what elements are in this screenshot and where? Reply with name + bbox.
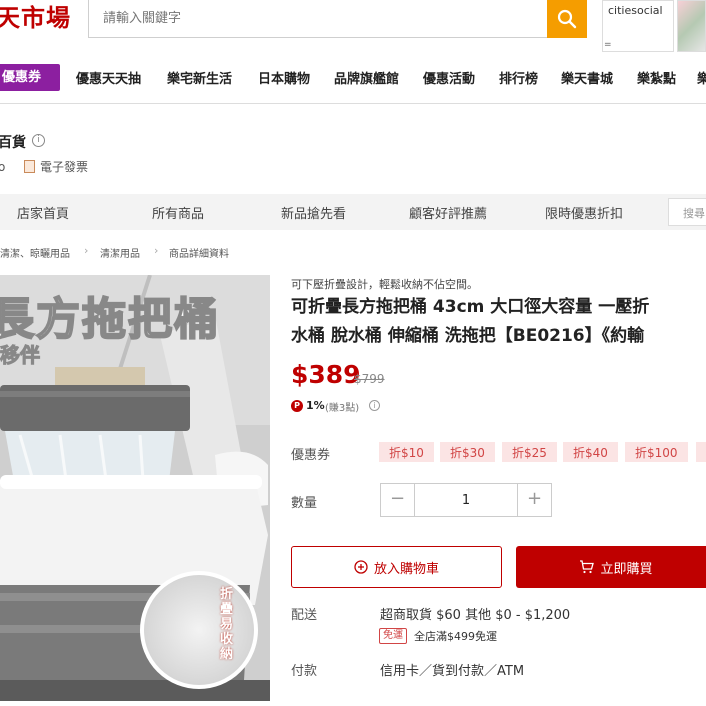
buy-now-button[interactable]: 立即購買 (516, 546, 706, 588)
payment-label: 付款 (291, 664, 318, 679)
coupon-nav-button[interactable]: 優惠券 (0, 64, 60, 91)
coupon-label: 優惠券 (291, 448, 331, 463)
invoice-label: 電子發票 (40, 160, 89, 174)
chevron-right-icon: › (84, 244, 89, 257)
product-title-line-2: 水桶 脫水桶 伸縮桶 洗拖把【BE0216】《約輸 (291, 326, 645, 346)
sale-price: $389 (291, 360, 361, 389)
nav-item-promotions[interactable]: 優惠活動 (423, 68, 475, 87)
sponsor-image[interactable] (677, 0, 706, 52)
points-icon: P (291, 400, 303, 412)
breadcrumb-cleaning[interactable]: 清潔用品 (100, 245, 140, 260)
promo-text: 可下壓折疊設計，輕鬆收納不佔空間。 (291, 278, 478, 291)
add-to-cart-button[interactable]: 放入購物車 (291, 546, 502, 588)
coupon-chip[interactable]: 折$30 (440, 442, 495, 462)
plus-circle-icon (354, 560, 368, 574)
payment-methods: 信用卡／貨到付款／ATM (380, 664, 525, 679)
buy-now-label: 立即購買 (600, 561, 653, 577)
points-percent: 1% (306, 399, 325, 412)
info-icon[interactable]: i (369, 400, 380, 411)
nav-divider (0, 103, 706, 104)
nav-item-brands[interactable]: 品牌旗艦館 (334, 68, 399, 87)
coupon-chip[interactable]: 折 (696, 442, 706, 462)
nav-item-ranking[interactable]: 排行榜 (499, 68, 538, 87)
site-logo[interactable]: 天市場 (0, 0, 71, 38)
points-earned: (賺3點) (325, 403, 360, 414)
nav-item-daily-draw[interactable]: 優惠天天抽 (76, 68, 141, 87)
coupon-nav-label: 優惠券 (2, 70, 42, 85)
coupon-chip[interactable]: 折$25 (502, 442, 557, 462)
tab-all-products[interactable]: 所有商品 (152, 203, 204, 222)
nav-item-points[interactable]: 樂紮點 (637, 68, 676, 87)
coupon-chip[interactable]: 折$40 (563, 442, 618, 462)
coupon-chip[interactable]: 折$100 (625, 442, 688, 462)
cart-icon (580, 560, 595, 574)
sponsor-label: citiesocial (608, 4, 663, 17)
chevron-right-icon: › (154, 244, 159, 257)
search-field[interactable] (88, 0, 548, 38)
breadcrumb-cleaning-laundry[interactable]: 清潔、晾曬用品 (0, 245, 70, 260)
shipping-label: 配送 (291, 608, 318, 623)
breadcrumb-product-detail: 商品詳細資料 (169, 249, 229, 260)
search-input[interactable] (89, 0, 547, 37)
free-shipping-text: 全店滿$499免運 (414, 630, 497, 643)
search-button[interactable] (547, 0, 587, 38)
tab-shop-home[interactable]: 店家首頁 (17, 203, 69, 222)
image-fold-label: 折疊易收納 (220, 587, 234, 662)
nav-item-books[interactable]: 樂天書城 (561, 68, 613, 87)
tab-top-rated[interactable]: 顧客好評推薦 (409, 203, 487, 222)
product-title-line-1: 可折疊長方拖把桶 43cm 大口徑大容量 一壓折 (291, 297, 650, 317)
invoice-icon (24, 160, 35, 173)
search-icon (557, 9, 577, 29)
image-title-overlay: 長方拖把桶 (0, 293, 220, 346)
add-to-cart-label: 放入購物車 (373, 561, 439, 577)
original-price: $799 (354, 372, 385, 386)
tab-limited-deals[interactable]: 限時優惠折扣 (545, 203, 623, 222)
nav-item-more[interactable]: 樂 (697, 68, 706, 87)
nav-item-home-life[interactable]: 樂宅新生活 (167, 68, 232, 87)
tab-new-arrivals[interactable]: 新品搶先看 (281, 203, 346, 222)
quantity-stepper: − + (380, 483, 552, 517)
quantity-label: 數量 (291, 496, 318, 511)
product-image[interactable]: 長方拖把桶 移伴 折疊易收納 (0, 275, 270, 701)
minus-icon[interactable]: − (381, 484, 415, 516)
shop-status: o (0, 160, 6, 174)
shipping-fees: 超商取貨 $60 其他 $0 - $1,200 (380, 608, 571, 623)
nav-item-japan[interactable]: 日本購物 (258, 68, 310, 87)
info-icon[interactable]: i (32, 134, 45, 147)
image-subtitle-overlay: 移伴 (0, 343, 41, 368)
coupon-chip[interactable]: 折$10 (379, 442, 434, 462)
shop-search-input[interactable]: 搜尋 (668, 198, 706, 226)
quantity-input[interactable] (415, 484, 517, 516)
shop-name[interactable]: 百貨 (0, 132, 26, 152)
sponsor-sub: = (604, 40, 612, 50)
free-shipping-badge: 免運 (379, 628, 407, 644)
plus-icon[interactable]: + (517, 484, 551, 516)
